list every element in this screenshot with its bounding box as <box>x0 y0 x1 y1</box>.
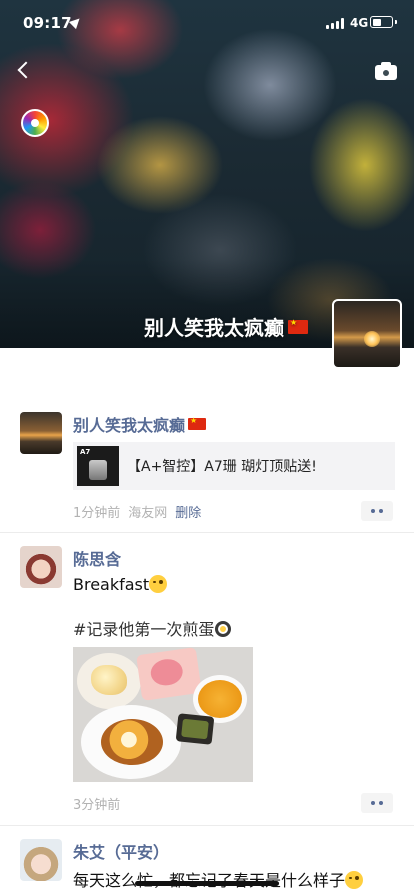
link-title: 【A+智控】A7珊 瑚灯顶贴送! <box>127 459 317 475</box>
cover-photo[interactable] <box>0 0 414 348</box>
status-time: 09:17 <box>23 14 72 32</box>
status-bar: 09:17 4G <box>0 0 414 44</box>
color-wheel-icon[interactable] <box>21 109 49 137</box>
dot-icon <box>379 509 383 513</box>
dot-icon <box>371 801 375 805</box>
cover-username: 别人笑我太疯癫 <box>144 312 308 341</box>
post-author-name: 朱艾（平安） <box>73 843 170 862</box>
avatar[interactable] <box>20 546 62 588</box>
network-label: 4G <box>350 16 369 30</box>
china-flag-icon <box>288 318 308 334</box>
link-thumbnail-label: A7 <box>80 448 91 456</box>
smirk-emoji-icon <box>149 575 168 593</box>
china-flag-icon <box>188 416 207 430</box>
cover-username-text: 别人笑我太疯癫 <box>144 316 284 340</box>
profile-avatar[interactable] <box>332 299 402 369</box>
sleepy-emoji-icon <box>345 871 364 889</box>
post-topic[interactable]: #记录他第一次煎蛋 <box>73 616 232 640</box>
shared-link-card[interactable]: A7 【A+智控】A7珊 瑚灯顶贴送! <box>73 442 395 490</box>
frying-pan-icon <box>215 621 232 637</box>
avatar[interactable] <box>20 839 62 881</box>
post-time: 1分钟前 <box>73 506 121 521</box>
more-actions-button[interactable] <box>361 501 393 521</box>
battery-cap <box>395 20 397 24</box>
post-author[interactable]: 陈思含 <box>73 546 121 570</box>
post-text: Breakfast <box>73 575 168 594</box>
dot-icon <box>379 801 383 805</box>
battery-level <box>372 18 381 26</box>
divider <box>0 825 414 826</box>
signal-icon <box>326 18 346 29</box>
post-author-name: 别人笑我太疯癫 <box>73 416 186 435</box>
camera-button[interactable] <box>374 60 398 82</box>
post-source[interactable]: 海友网 <box>128 502 167 521</box>
delete-link[interactable]: 删除 <box>175 502 201 521</box>
avatar[interactable] <box>20 412 62 454</box>
post-author[interactable]: 别人笑我太疯癫 <box>73 412 207 436</box>
post-author[interactable]: 朱艾（平安） <box>73 839 169 863</box>
post-topic-text: #记录他第一次煎蛋 <box>73 620 215 639</box>
dot-icon <box>371 509 375 513</box>
post-author-name: 陈思含 <box>73 550 122 569</box>
post-text-content: Breakfast <box>73 575 150 594</box>
post-meta: 1分钟前 海友网 删除 <box>73 502 201 521</box>
battery-icon <box>370 16 393 28</box>
post-time: 3分钟前 <box>73 798 121 813</box>
link-thumbnail: A7 <box>77 446 119 486</box>
back-button[interactable] <box>12 58 34 84</box>
post-meta: 3分钟前 <box>73 794 120 813</box>
post-text: 每天这么忙，都忘记了春天是什么样子 <box>73 867 364 891</box>
more-actions-button[interactable] <box>361 793 393 813</box>
home-indicator[interactable] <box>135 881 279 886</box>
post-image[interactable] <box>73 647 253 782</box>
divider <box>0 532 414 533</box>
